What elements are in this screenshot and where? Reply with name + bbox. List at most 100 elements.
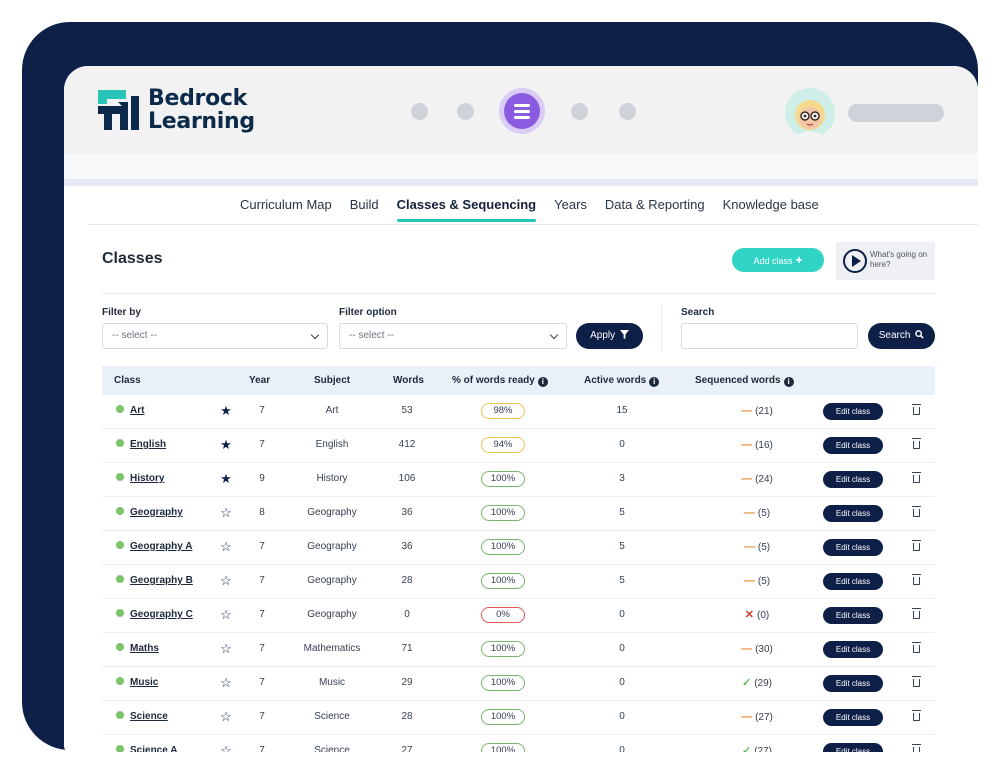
search-button[interactable]: Search xyxy=(868,323,935,349)
edit-class-button[interactable]: Edit class xyxy=(823,403,883,420)
step-dot[interactable] xyxy=(619,103,636,120)
class-link[interactable]: Geography C xyxy=(130,609,193,620)
star-filled-icon[interactable]: ★ xyxy=(219,429,233,461)
step-dot-active[interactable] xyxy=(499,88,545,134)
nav-knowledge-base[interactable]: Knowledge base xyxy=(723,194,819,222)
status-dot xyxy=(116,507,124,515)
nav-curriculum-map[interactable]: Curriculum Map xyxy=(240,194,332,222)
class-link[interactable]: Science xyxy=(130,711,168,722)
edit-class-button[interactable]: Edit class xyxy=(823,539,883,556)
star-outline-icon[interactable]: ☆ xyxy=(219,701,233,733)
active-cell: 0 xyxy=(619,609,625,620)
class-link[interactable]: Science A xyxy=(130,745,177,752)
search-button-label: Search xyxy=(878,330,911,341)
dash-icon: — xyxy=(743,507,755,519)
words-cell: 28 xyxy=(401,575,413,586)
status-dot xyxy=(116,609,124,617)
apply-label: Apply xyxy=(590,330,616,341)
star-outline-icon[interactable]: ☆ xyxy=(219,599,233,631)
class-link[interactable]: Geography xyxy=(130,507,183,518)
edit-class-button[interactable]: Edit class xyxy=(823,709,883,726)
class-link[interactable]: Geography A xyxy=(130,541,192,552)
star-outline-icon[interactable]: ☆ xyxy=(219,565,233,597)
col-active[interactable]: Active words i xyxy=(584,366,660,395)
col-subject[interactable]: Subject xyxy=(314,366,350,395)
edit-class-button[interactable]: Edit class xyxy=(823,675,883,692)
class-cell: Science xyxy=(116,701,168,736)
class-link[interactable]: Maths xyxy=(130,643,159,654)
edit-class-button[interactable]: Edit class xyxy=(823,641,883,658)
col-year[interactable]: Year xyxy=(249,366,270,395)
edit-class-button[interactable]: Edit class xyxy=(823,573,883,590)
device-frame: Bedrock Learning Curriculum Map Build Cl… xyxy=(22,22,978,752)
search-input[interactable] xyxy=(681,323,858,349)
apply-button[interactable]: Apply xyxy=(576,323,643,349)
edit-class-button[interactable]: Edit class xyxy=(823,607,883,624)
nav-divider xyxy=(88,224,978,225)
subject-cell: Geography xyxy=(307,507,357,518)
star-outline-icon[interactable]: ☆ xyxy=(219,531,233,563)
class-cell: English xyxy=(116,429,166,464)
edit-class-button[interactable]: Edit class xyxy=(823,505,883,522)
class-cell: Geography A xyxy=(116,531,192,566)
class-link[interactable]: Art xyxy=(130,405,144,416)
step-dot[interactable] xyxy=(571,103,588,120)
star-filled-icon[interactable]: ★ xyxy=(219,463,233,495)
dash-icon: — xyxy=(741,473,753,485)
year-cell: 7 xyxy=(259,575,265,586)
cross-icon: ✕ xyxy=(744,609,754,621)
edit-class-button[interactable]: Edit class xyxy=(823,471,883,488)
info-icon[interactable]: i xyxy=(537,377,548,387)
table-body: Art ★ 7 Art 53 98% 15— (21) Edit class English ★ 7 E… xyxy=(102,395,935,752)
active-cell: 5 xyxy=(619,575,625,586)
info-icon[interactable]: i xyxy=(649,377,660,387)
status-dot xyxy=(116,473,124,481)
edit-cell: Edit class xyxy=(823,531,883,564)
ready-cell: 100% xyxy=(481,531,525,563)
star-outline-icon[interactable]: ☆ xyxy=(219,667,233,699)
user-avatar-icon[interactable] xyxy=(785,88,835,138)
col-ready[interactable]: % of words ready i xyxy=(452,366,548,395)
filter-option-select[interactable]: -- select -- xyxy=(339,323,567,349)
step-dot[interactable] xyxy=(457,103,474,120)
star-outline-icon[interactable]: ☆ xyxy=(219,633,233,665)
class-link[interactable]: Geography B xyxy=(130,575,193,586)
nav-data-reporting[interactable]: Data & Reporting xyxy=(605,194,705,222)
nav-build[interactable]: Build xyxy=(350,194,379,222)
subject-cell: Mathematics xyxy=(303,643,361,654)
edit-cell: Edit class xyxy=(823,701,883,734)
subject-cell: Science xyxy=(314,745,350,752)
edit-class-button[interactable]: Edit class xyxy=(823,743,883,752)
class-link[interactable]: Music xyxy=(130,677,158,688)
ready-cell: 100% xyxy=(481,633,525,665)
edit-cell: Edit class xyxy=(823,463,883,496)
step-dot[interactable] xyxy=(411,103,428,120)
dash-icon: — xyxy=(741,439,753,451)
filter-by-label: Filter by xyxy=(102,307,141,318)
class-cell: Art xyxy=(116,395,144,430)
nav-years[interactable]: Years xyxy=(554,194,587,222)
edit-class-button[interactable]: Edit class xyxy=(823,437,883,454)
add-class-button[interactable]: Add class + xyxy=(732,248,824,272)
active-cell: 15 xyxy=(616,405,628,416)
filter-by-select[interactable]: -- select -- xyxy=(102,323,328,349)
active-cell: 0 xyxy=(619,439,625,450)
words-cell: 412 xyxy=(398,439,416,450)
class-link[interactable]: English xyxy=(130,439,166,450)
class-link[interactable]: History xyxy=(130,473,164,484)
table-row: Geography A ☆ 7 Geography 36 100% 5 — (5) Edit cl… xyxy=(102,531,935,565)
col-sequenced[interactable]: Sequenced words i xyxy=(695,366,794,395)
star-outline-icon[interactable]: ☆ xyxy=(219,735,233,752)
nav-classes-sequencing[interactable]: Classes & Sequencing xyxy=(396,194,537,222)
info-icon[interactable]: i xyxy=(783,377,794,387)
sequenced-value: (0) xyxy=(756,610,770,621)
col-class[interactable]: Class xyxy=(114,366,141,395)
star-outline-icon[interactable]: ☆ xyxy=(219,497,233,529)
words-cell: 106 xyxy=(398,473,416,484)
star-filled-icon[interactable]: ★ xyxy=(219,395,233,427)
subject-cell: Art xyxy=(325,405,339,416)
col-words[interactable]: Words xyxy=(393,366,424,395)
whats-going-on-button[interactable]: What's going on here? xyxy=(836,242,935,280)
status-dot xyxy=(116,677,124,685)
bedrock-logo[interactable]: Bedrock Learning xyxy=(98,87,258,136)
